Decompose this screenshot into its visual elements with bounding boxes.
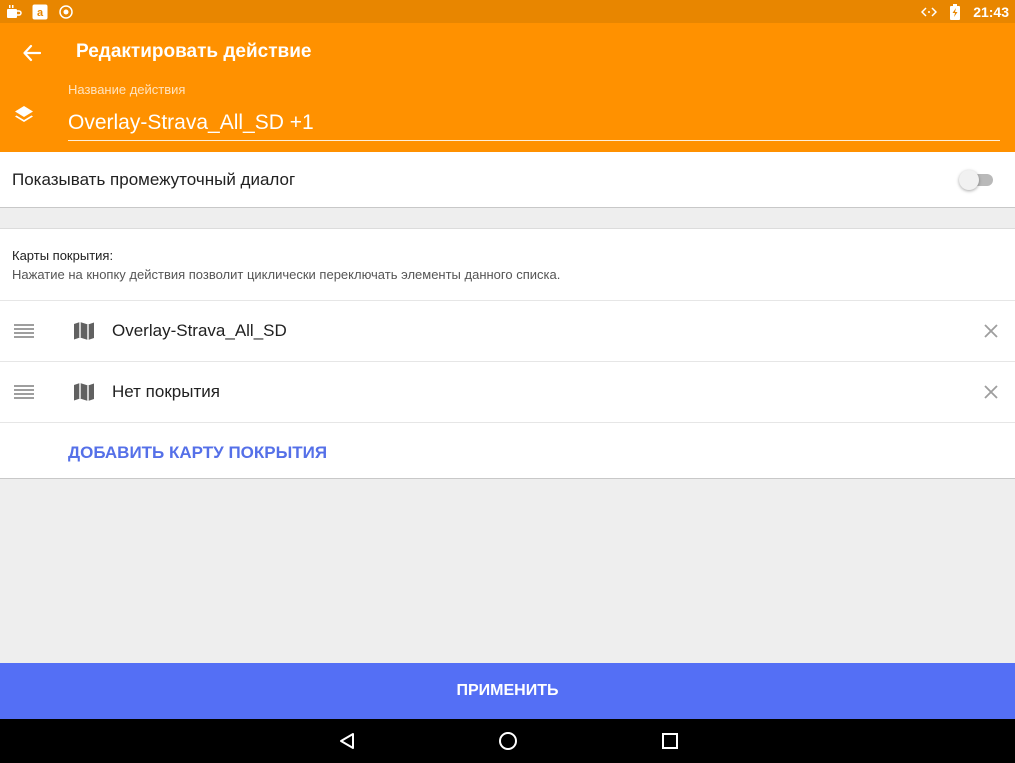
add-coverage-row: ДОБАВИТЬ КАРТУ ПОКРЫТИЯ [0, 422, 1015, 479]
arrow-back-icon [23, 44, 41, 62]
nav-back-button[interactable] [335, 729, 359, 753]
nav-home-button[interactable] [496, 729, 520, 753]
nav-recents-button[interactable] [658, 729, 682, 753]
app-bar: Редактировать действие Название действия [0, 23, 1015, 152]
coverage-description: Нажатие на кнопку действия позволит цикл… [12, 267, 561, 282]
action-name-input[interactable] [68, 105, 1000, 141]
status-bar: a 21:43 [0, 0, 1015, 23]
apply-button[interactable]: ПРИМЕНИТЬ [0, 663, 1015, 719]
coverage-maps-card: Карты покрытия: Нажатие на кнопку действ… [0, 228, 1015, 479]
close-icon [984, 324, 998, 338]
coverage-title: Карты покрытия: [12, 248, 114, 263]
switch-thumb [959, 169, 979, 190]
add-coverage-button[interactable]: ДОБАВИТЬ КАРТУ ПОКРЫТИЯ [68, 443, 327, 463]
amazon-icon: a [32, 4, 48, 20]
coverage-item-label: Overlay-Strava_All_SD [112, 321, 287, 340]
remove-item-button[interactable] [981, 382, 1001, 402]
show-dialog-label: Показывать промежуточный диалог [12, 169, 296, 189]
status-left-icons: a [6, 4, 74, 20]
coverage-item-label: Нет покрытия [112, 382, 220, 401]
drag-handle-icon[interactable] [14, 324, 34, 338]
status-right-icons: 21:43 [921, 3, 1009, 20]
circle-home-icon [499, 732, 517, 750]
show-dialog-switch[interactable] [959, 169, 993, 190]
shield-icon [58, 4, 74, 20]
layers-icon [12, 103, 36, 127]
code-icon [921, 4, 938, 20]
page-title: Редактировать действие [76, 41, 312, 62]
triangle-back-icon [340, 733, 354, 749]
list-item: Нет покрытия [0, 361, 1015, 422]
map-icon [72, 380, 96, 404]
map-icon [72, 319, 96, 343]
remove-item-button[interactable] [981, 321, 1001, 341]
navigation-bar [0, 719, 1015, 763]
back-button[interactable] [16, 37, 48, 69]
action-name-label: Название действия [68, 82, 186, 97]
status-time: 21:43 [973, 3, 1009, 20]
list-item: Overlay-Strava_All_SD [0, 300, 1015, 361]
close-icon [984, 385, 998, 399]
show-dialog-row[interactable]: Показывать промежуточный диалог [0, 152, 1015, 208]
battery-charging-icon [947, 3, 963, 20]
coffee-icon [6, 4, 22, 20]
svg-text:a: a [37, 7, 44, 19]
square-recents-icon [662, 733, 678, 749]
drag-handle-icon[interactable] [14, 385, 34, 399]
